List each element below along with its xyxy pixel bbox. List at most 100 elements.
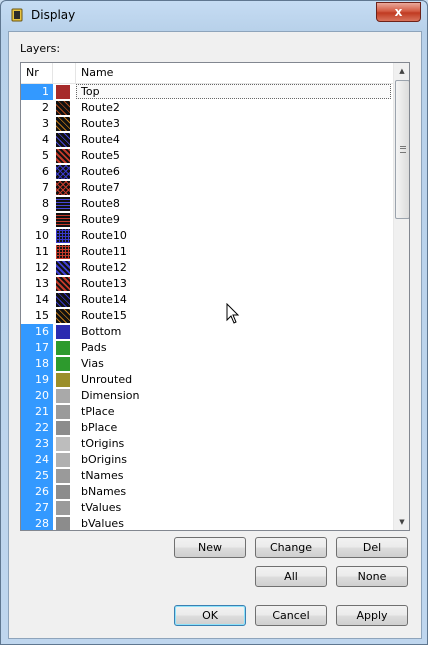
change-button[interactable]: Change bbox=[255, 537, 327, 558]
layer-color-swatch bbox=[56, 277, 70, 291]
layer-row[interactable]: 9 Route9 bbox=[21, 212, 393, 228]
cancel-button[interactable]: Cancel bbox=[255, 605, 327, 626]
layer-color-swatch bbox=[56, 133, 70, 147]
layer-number: 4 bbox=[42, 133, 49, 146]
layer-row[interactable]: 7 Route7 bbox=[21, 180, 393, 196]
layer-number: 17 bbox=[21, 340, 53, 356]
layer-color-swatch bbox=[56, 453, 70, 467]
layer-number: 10 bbox=[35, 229, 49, 242]
layer-name: Top bbox=[81, 85, 100, 98]
layer-row[interactable]: 11 Route11 bbox=[21, 244, 393, 260]
layer-row[interactable]: 2 Route2 bbox=[21, 100, 393, 116]
layer-color-swatch bbox=[56, 437, 70, 451]
layer-color-swatch bbox=[56, 517, 70, 530]
layer-row[interactable]: 27 tValues bbox=[21, 500, 393, 516]
layer-number: 19 bbox=[21, 372, 53, 388]
layer-name: Vias bbox=[81, 357, 104, 370]
layer-row[interactable]: 21 tPlace bbox=[21, 404, 393, 420]
apply-button[interactable]: Apply bbox=[336, 605, 408, 626]
layer-number: 8 bbox=[42, 197, 49, 210]
layer-row[interactable]: 23 tOrigins bbox=[21, 436, 393, 452]
layer-row[interactable]: 17 Pads bbox=[21, 340, 393, 356]
layer-number: 26 bbox=[21, 484, 53, 500]
close-icon: x bbox=[394, 5, 403, 19]
layer-color-swatch bbox=[56, 181, 70, 195]
del-button[interactable]: Del bbox=[336, 537, 408, 558]
layer-number: 7 bbox=[42, 181, 49, 194]
layer-name: Dimension bbox=[81, 389, 140, 402]
title-bar[interactable]: Display x bbox=[1, 1, 427, 31]
layer-row[interactable]: 14 Route14 bbox=[21, 292, 393, 308]
layer-name: Route13 bbox=[81, 277, 127, 290]
layer-color-swatch bbox=[56, 421, 70, 435]
layer-row[interactable]: 13 Route13 bbox=[21, 276, 393, 292]
layer-row[interactable]: 12 Route12 bbox=[21, 260, 393, 276]
mouse-cursor-icon bbox=[226, 303, 240, 324]
none-button[interactable]: None bbox=[336, 566, 408, 587]
layer-name: Route10 bbox=[81, 229, 127, 242]
dialog-body: Layers: Nr Name 1 Top 2 Route2 3 Route3 4 Route… bbox=[8, 31, 422, 639]
layer-row[interactable]: 3 Route3 bbox=[21, 116, 393, 132]
layer-row[interactable]: 6 Route6 bbox=[21, 164, 393, 180]
layer-row[interactable]: 1 Top bbox=[21, 84, 393, 100]
layer-color-swatch bbox=[56, 213, 70, 227]
layer-row[interactable]: 8 Route8 bbox=[21, 196, 393, 212]
layer-row[interactable]: 18 Vias bbox=[21, 356, 393, 372]
layer-number: 24 bbox=[21, 452, 53, 468]
layer-name: Route12 bbox=[81, 261, 127, 274]
layer-row[interactable]: 26 bNames bbox=[21, 484, 393, 500]
all-button[interactable]: All bbox=[255, 566, 327, 587]
grip-icon bbox=[399, 146, 406, 153]
layer-number: 21 bbox=[21, 404, 53, 420]
layer-color-swatch bbox=[56, 85, 70, 99]
layer-row[interactable]: 10 Route10 bbox=[21, 228, 393, 244]
layer-row[interactable]: 28 bValues bbox=[21, 516, 393, 530]
layer-row[interactable]: 16 Bottom bbox=[21, 324, 393, 340]
layer-row[interactable]: 22 bPlace bbox=[21, 420, 393, 436]
layer-name: Route4 bbox=[81, 133, 120, 146]
layer-color-swatch bbox=[56, 501, 70, 515]
layers-list[interactable]: Nr Name 1 Top 2 Route2 3 Route3 4 Route4 5 Route5… bbox=[20, 62, 410, 531]
column-header-color[interactable] bbox=[53, 63, 76, 83]
layer-number: 27 bbox=[21, 500, 53, 516]
column-header-nr[interactable]: Nr bbox=[21, 63, 53, 83]
layer-row[interactable]: 24 bOrigins bbox=[21, 452, 393, 468]
layer-name: Route9 bbox=[81, 213, 120, 226]
scroll-up-arrow-icon[interactable]: ▲ bbox=[394, 63, 409, 79]
layer-name: Bottom bbox=[81, 325, 122, 338]
layer-row[interactable]: 5 Route5 bbox=[21, 148, 393, 164]
layer-row[interactable]: 25 tNames bbox=[21, 468, 393, 484]
layer-color-swatch bbox=[56, 357, 70, 371]
ok-button[interactable]: OK bbox=[174, 605, 246, 626]
layer-rows: 1 Top 2 Route2 3 Route3 4 Route4 5 Route5 6 Route6 7… bbox=[21, 84, 393, 530]
layer-name: Route7 bbox=[81, 181, 120, 194]
new-button[interactable]: New bbox=[174, 537, 246, 558]
layer-number: 28 bbox=[21, 516, 53, 530]
layer-number: 6 bbox=[42, 165, 49, 178]
scrollbar-thumb[interactable] bbox=[395, 80, 409, 219]
layer-name: Route8 bbox=[81, 197, 120, 210]
layer-color-swatch bbox=[56, 485, 70, 499]
layer-name: Route15 bbox=[81, 309, 127, 322]
column-header-name[interactable]: Name bbox=[76, 63, 393, 83]
layer-color-swatch bbox=[56, 405, 70, 419]
layer-row[interactable]: 20 Dimension bbox=[21, 388, 393, 404]
layer-row[interactable]: 15 Route15 bbox=[21, 308, 393, 324]
layer-row[interactable]: 19 Unrouted bbox=[21, 372, 393, 388]
layer-number: 15 bbox=[35, 309, 49, 322]
layer-row[interactable]: 4 Route4 bbox=[21, 132, 393, 148]
layer-name: tOrigins bbox=[81, 437, 125, 450]
layer-name: bOrigins bbox=[81, 453, 127, 466]
layer-name: Route11 bbox=[81, 245, 127, 258]
close-button[interactable]: x bbox=[376, 2, 421, 22]
layer-number: 14 bbox=[35, 293, 49, 306]
layer-name: Route6 bbox=[81, 165, 120, 178]
layer-color-swatch bbox=[56, 197, 70, 211]
layer-color-swatch bbox=[56, 261, 70, 275]
vertical-scrollbar[interactable]: ▲ ▼ bbox=[393, 63, 409, 530]
layer-color-swatch bbox=[56, 341, 70, 355]
layer-color-swatch bbox=[56, 149, 70, 163]
layer-number: 9 bbox=[42, 213, 49, 226]
layer-color-swatch bbox=[56, 325, 70, 339]
scroll-down-arrow-icon[interactable]: ▼ bbox=[394, 514, 409, 530]
